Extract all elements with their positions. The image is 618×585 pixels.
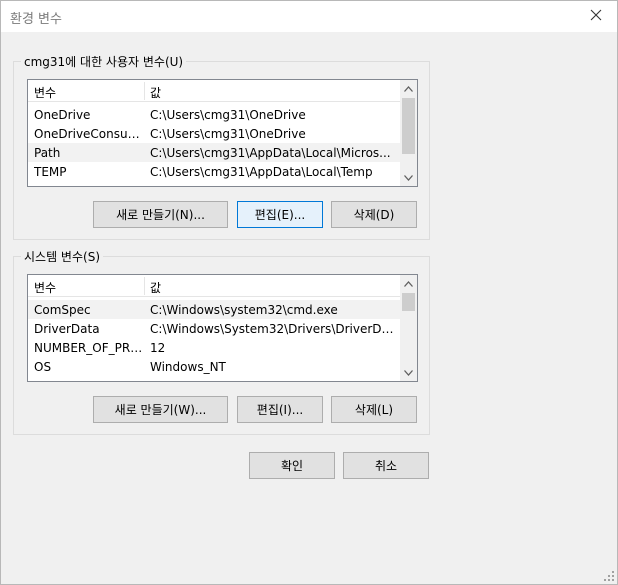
- variable-value: C:\Users\cmg31\AppData\Local\Micros...: [150, 146, 391, 160]
- variable-value: C:\Users\cmg31\AppData\Local\Temp: [150, 165, 373, 179]
- scroll-down-button[interactable]: [400, 169, 417, 186]
- column-header-value[interactable]: 값: [150, 84, 161, 101]
- resize-grip-icon[interactable]: [603, 570, 615, 582]
- list-header: 변수 값: [28, 80, 400, 102]
- variable-name: TEMP: [34, 165, 67, 179]
- system-edit-button[interactable]: 편집(I)...: [237, 396, 323, 423]
- cancel-button[interactable]: 취소: [343, 452, 429, 479]
- vertical-scrollbar[interactable]: [400, 80, 417, 186]
- column-divider[interactable]: [144, 277, 145, 295]
- close-button[interactable]: [574, 0, 618, 30]
- scroll-up-button[interactable]: [400, 80, 417, 97]
- list-item[interactable]: NUMBER_OF_PRO... 12: [28, 338, 400, 357]
- system-variables-list[interactable]: 변수 값 ComSpec C:\Windows\system32\cmd.exe…: [27, 274, 418, 382]
- variable-value: C:\Windows\System32\Drivers\DriverData: [150, 322, 396, 336]
- variable-value: C:\Windows\system32\cmd.exe: [150, 303, 338, 317]
- close-icon: [590, 9, 602, 21]
- list-item[interactable]: DriverData C:\Windows\System32\Drivers\D…: [28, 319, 400, 338]
- user-variables-list[interactable]: 변수 값 OneDrive C:\Users\cmg31\OneDrive On…: [27, 79, 418, 187]
- list-header: 변수 값: [28, 275, 400, 297]
- variable-value: C:\Users\cmg31\OneDrive: [150, 108, 306, 122]
- user-new-button[interactable]: 새로 만들기(N)...: [93, 201, 228, 228]
- chevron-up-icon: [404, 280, 413, 287]
- scroll-down-button[interactable]: [400, 364, 417, 381]
- variable-value: C:\Users\cmg31\OneDrive: [150, 127, 306, 141]
- column-header-variable[interactable]: 변수: [34, 84, 56, 101]
- chevron-up-icon: [404, 85, 413, 92]
- variable-name: OneDriveConsumer: [34, 127, 144, 141]
- variable-name: OS: [34, 360, 52, 374]
- user-delete-button[interactable]: 삭제(D): [331, 201, 417, 228]
- list-item[interactable]: ComSpec C:\Windows\system32\cmd.exe: [28, 300, 400, 319]
- ok-button[interactable]: 확인: [249, 452, 335, 479]
- system-new-button[interactable]: 새로 만들기(W)...: [93, 396, 228, 423]
- variable-name: ComSpec: [34, 303, 91, 317]
- column-divider[interactable]: [144, 82, 145, 100]
- variable-name: NUMBER_OF_PRO...: [34, 341, 144, 355]
- scroll-thumb[interactable]: [402, 293, 415, 311]
- title-bar: 환경 변수: [0, 0, 618, 32]
- variable-value: Windows_NT: [150, 360, 226, 374]
- system-delete-button[interactable]: 삭제(L): [331, 396, 417, 423]
- scroll-thumb[interactable]: [402, 98, 415, 154]
- system-variables-label: 시스템 변수(S): [21, 248, 103, 265]
- list-item[interactable]: OneDriveConsumer C:\Users\cmg31\OneDrive: [28, 124, 400, 143]
- list-item[interactable]: OS Windows_NT: [28, 357, 400, 376]
- chevron-down-icon: [404, 369, 413, 376]
- chevron-down-icon: [404, 174, 413, 181]
- window-title: 환경 변수: [10, 12, 62, 27]
- vertical-scrollbar[interactable]: [400, 275, 417, 381]
- list-item[interactable]: TEMP C:\Users\cmg31\AppData\Local\Temp: [28, 162, 400, 181]
- column-header-variable[interactable]: 변수: [34, 279, 56, 296]
- variable-value: 12: [150, 341, 166, 355]
- variable-name: Path: [34, 146, 61, 160]
- list-item-selected[interactable]: Path C:\Users\cmg31\AppData\Local\Micros…: [28, 143, 400, 162]
- scroll-up-button[interactable]: [400, 275, 417, 292]
- variable-name: OneDrive: [34, 108, 91, 122]
- column-header-value[interactable]: 값: [150, 279, 161, 296]
- variable-name: DriverData: [34, 322, 100, 336]
- list-item[interactable]: OneDrive C:\Users\cmg31\OneDrive: [28, 105, 400, 124]
- user-variables-label: cmg31에 대한 사용자 변수(U): [21, 53, 187, 70]
- user-edit-button[interactable]: 편집(E)...: [237, 201, 323, 228]
